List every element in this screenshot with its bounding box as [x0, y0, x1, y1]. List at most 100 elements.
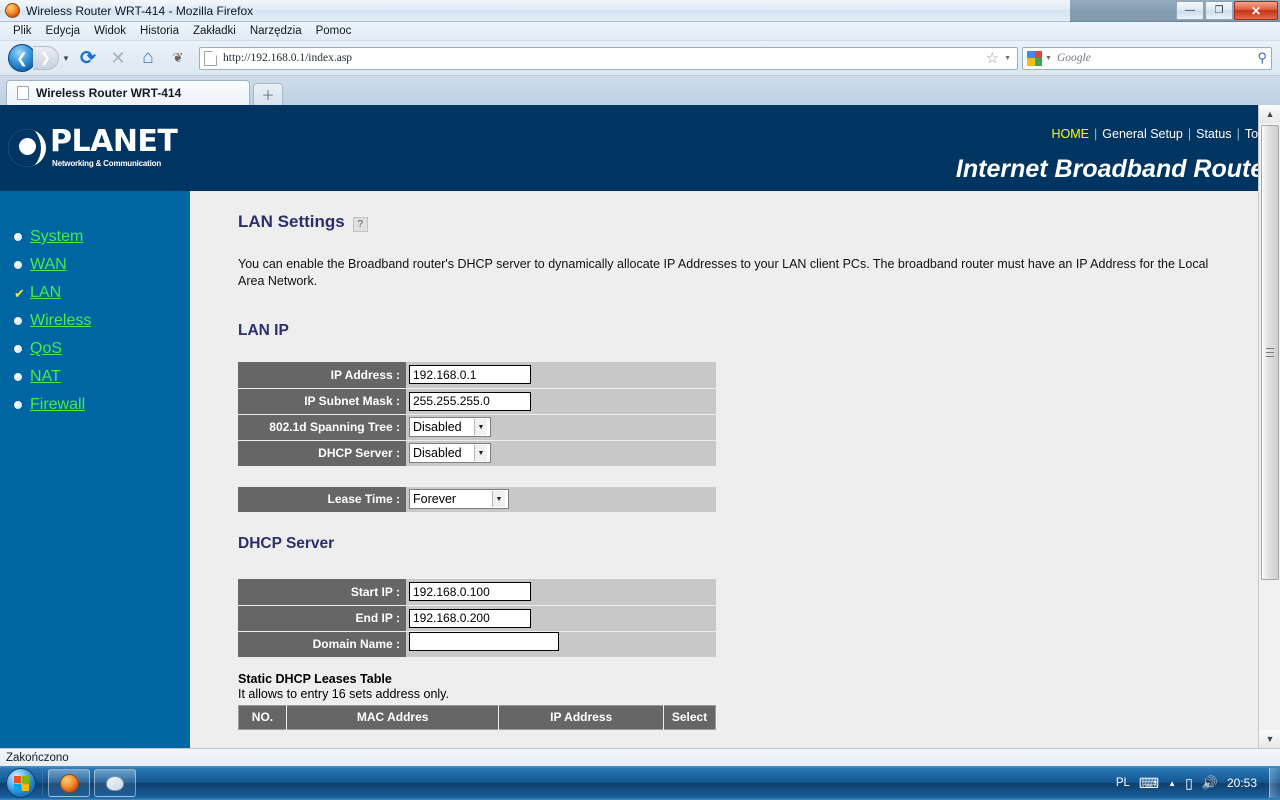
- help-icon[interactable]: ?: [352, 217, 368, 232]
- section-title-lan-ip: LAN IP: [238, 322, 289, 339]
- sidebar-item-nat[interactable]: NAT: [0, 363, 190, 391]
- menu-item-narzedzia[interactable]: Narzędzia: [243, 23, 309, 39]
- firefox-logo-icon: [5, 3, 20, 18]
- back-button[interactable]: ❮: [8, 44, 36, 72]
- section-title-dhcp-server: DHCP Server: [238, 535, 335, 552]
- search-bar[interactable]: ▼ Google ⚲: [1022, 46, 1272, 70]
- check-icon: ✔: [14, 285, 25, 301]
- menu-item-edycja[interactable]: Edycja: [39, 23, 88, 39]
- sidebar-item-wireless[interactable]: Wireless: [0, 307, 190, 335]
- input-ip-address[interactable]: 192.168.0.1: [409, 365, 531, 385]
- search-input[interactable]: Google: [1057, 52, 1091, 64]
- topnav-home[interactable]: HOME: [1052, 127, 1090, 141]
- select-lease-time[interactable]: Forever ▼: [409, 489, 509, 510]
- input-ip-subnet-mask[interactable]: 255.255.255.0: [409, 391, 531, 411]
- menu-item-zakladki[interactable]: Zakładki: [186, 23, 243, 39]
- feeds-button[interactable]: ❦: [163, 44, 193, 72]
- window-controls: — ❐ ✕: [1176, 1, 1278, 20]
- form-row-domain-name: Domain Name :: [238, 631, 716, 658]
- tab-wireless-router[interactable]: Wireless Router WRT-414: [6, 80, 250, 105]
- menu-item-pomoc[interactable]: Pomoc: [309, 23, 359, 39]
- window-title: Wireless Router WRT-414 - Mozilla Firefo…: [26, 3, 254, 18]
- select-spanning-tree[interactable]: Disabled ▼: [409, 417, 491, 437]
- brand-name: PLANET: [50, 124, 178, 159]
- close-button[interactable]: ✕: [1234, 1, 1278, 20]
- bookmark-star-icon[interactable]: ☆: [986, 49, 999, 67]
- bullet-icon: [14, 373, 22, 381]
- restore-button[interactable]: ❐: [1205, 1, 1233, 20]
- chevron-down-icon: ▼: [474, 445, 487, 461]
- scroll-down-button[interactable]: ▼: [1259, 730, 1280, 748]
- topnav-separator-3: |: [1236, 127, 1240, 141]
- page-title-row: LAN Settings ?: [238, 211, 1258, 232]
- sidebar-item-lan[interactable]: ✔ LAN: [0, 279, 190, 307]
- sidebar-item-system[interactable]: System: [0, 223, 190, 251]
- select-dhcp-server[interactable]: Disabled ▼: [409, 443, 491, 463]
- router-header: PLANET Networking & Communication HOME |…: [0, 105, 1280, 191]
- history-dropdown-icon[interactable]: ▼: [59, 46, 73, 70]
- status-text: Zakończono: [6, 751, 69, 764]
- windows-taskbar: PL ⌨ ▲ ▯ 🔊 20:53: [0, 766, 1280, 800]
- stop-button[interactable]: ✕: [103, 44, 133, 72]
- search-submit-icon[interactable]: ⚲: [1257, 50, 1267, 66]
- tray-language[interactable]: PL: [1116, 777, 1130, 789]
- forward-button[interactable]: ❯: [33, 46, 59, 70]
- lease-time-form: Lease Time : Forever ▼: [238, 486, 716, 513]
- scroll-up-button[interactable]: ▲: [1259, 105, 1280, 123]
- window-titlebar[interactable]: Wireless Router WRT-414 - Mozilla Firefo…: [0, 0, 1280, 22]
- keyboard-icon[interactable]: ⌨: [1139, 775, 1159, 792]
- form-row-start-ip: Start IP : 192.168.0.100: [238, 579, 716, 606]
- sidebar-item-label: Wireless: [30, 312, 92, 329]
- scrollbar-thumb[interactable]: [1261, 125, 1279, 580]
- bullet-icon: [14, 345, 22, 353]
- static-dhcp-leases-table: NO. MAC Addres IP Address Select: [238, 704, 716, 730]
- chevron-down-icon: ▼: [474, 419, 487, 435]
- chevron-down-icon: ▼: [492, 491, 505, 508]
- topnav-status[interactable]: Status: [1196, 127, 1231, 141]
- search-engine-dropdown-icon[interactable]: ▼: [1045, 55, 1052, 62]
- label-ip-address: IP Address :: [238, 362, 406, 389]
- router-subtitle: Internet Broadband Router: [955, 155, 1274, 183]
- tray-overflow-icon[interactable]: ▲: [1168, 779, 1176, 788]
- page-scrollbar[interactable]: ▲ ▼: [1258, 105, 1280, 748]
- sidebar: System WAN ✔ LAN Wireless QoS NAT Firewa…: [0, 191, 190, 748]
- address-bar[interactable]: http://192.168.0.1/index.asp ☆ ▼: [199, 46, 1018, 70]
- input-end-ip[interactable]: 192.168.0.200: [409, 608, 531, 628]
- show-desktop-button[interactable]: [1269, 768, 1280, 798]
- select-value: Disabled: [413, 420, 462, 434]
- clock[interactable]: 20:53: [1227, 776, 1257, 790]
- new-tab-button[interactable]: ＋: [253, 83, 283, 105]
- table-header-row: NO. MAC Addres IP Address Select: [238, 705, 716, 729]
- battery-icon[interactable]: ▯: [1185, 775, 1193, 792]
- planet-logo: PLANET Networking & Communication: [8, 124, 178, 168]
- start-button[interactable]: [6, 768, 36, 798]
- bullet-icon: [14, 401, 22, 409]
- bookmark-dropdown-icon[interactable]: ▼: [1004, 55, 1011, 62]
- taskbar-item-firefox[interactable]: [48, 769, 90, 797]
- select-value: Forever: [413, 492, 457, 507]
- sidebar-item-label: Firewall: [30, 396, 86, 413]
- taskbar-item-paint[interactable]: [94, 769, 136, 797]
- minimize-button[interactable]: —: [1176, 1, 1204, 20]
- bullet-icon: [14, 261, 22, 269]
- tab-label: Wireless Router WRT-414: [36, 86, 182, 100]
- topnav-general-setup[interactable]: General Setup: [1102, 127, 1183, 141]
- sidebar-item-qos[interactable]: QoS: [0, 335, 190, 363]
- form-row-lease-time: Lease Time : Forever ▼: [238, 486, 716, 513]
- reload-button[interactable]: ⟳: [73, 44, 103, 72]
- leases-table-title: Static DHCP Leases Table: [238, 671, 392, 686]
- sidebar-item-label: NAT: [30, 368, 61, 385]
- sidebar-item-wan[interactable]: WAN: [0, 251, 190, 279]
- page-title: LAN Settings: [238, 211, 345, 231]
- feeds-icon: ❦: [172, 50, 184, 65]
- menu-item-historia[interactable]: Historia: [133, 23, 186, 39]
- form-row-spanning-tree: 802.1d Spanning Tree : Disabled ▼: [238, 414, 716, 441]
- input-domain-name[interactable]: [409, 632, 559, 651]
- sidebar-item-firewall[interactable]: Firewall: [0, 391, 190, 419]
- menu-item-plik[interactable]: Plik: [6, 23, 39, 39]
- menu-item-widok[interactable]: Widok: [87, 23, 133, 39]
- label-dhcp-server: DHCP Server :: [238, 440, 406, 467]
- input-start-ip[interactable]: 192.168.0.100: [409, 582, 531, 602]
- home-button[interactable]: ⌂: [133, 44, 163, 72]
- volume-icon[interactable]: 🔊: [1202, 775, 1218, 791]
